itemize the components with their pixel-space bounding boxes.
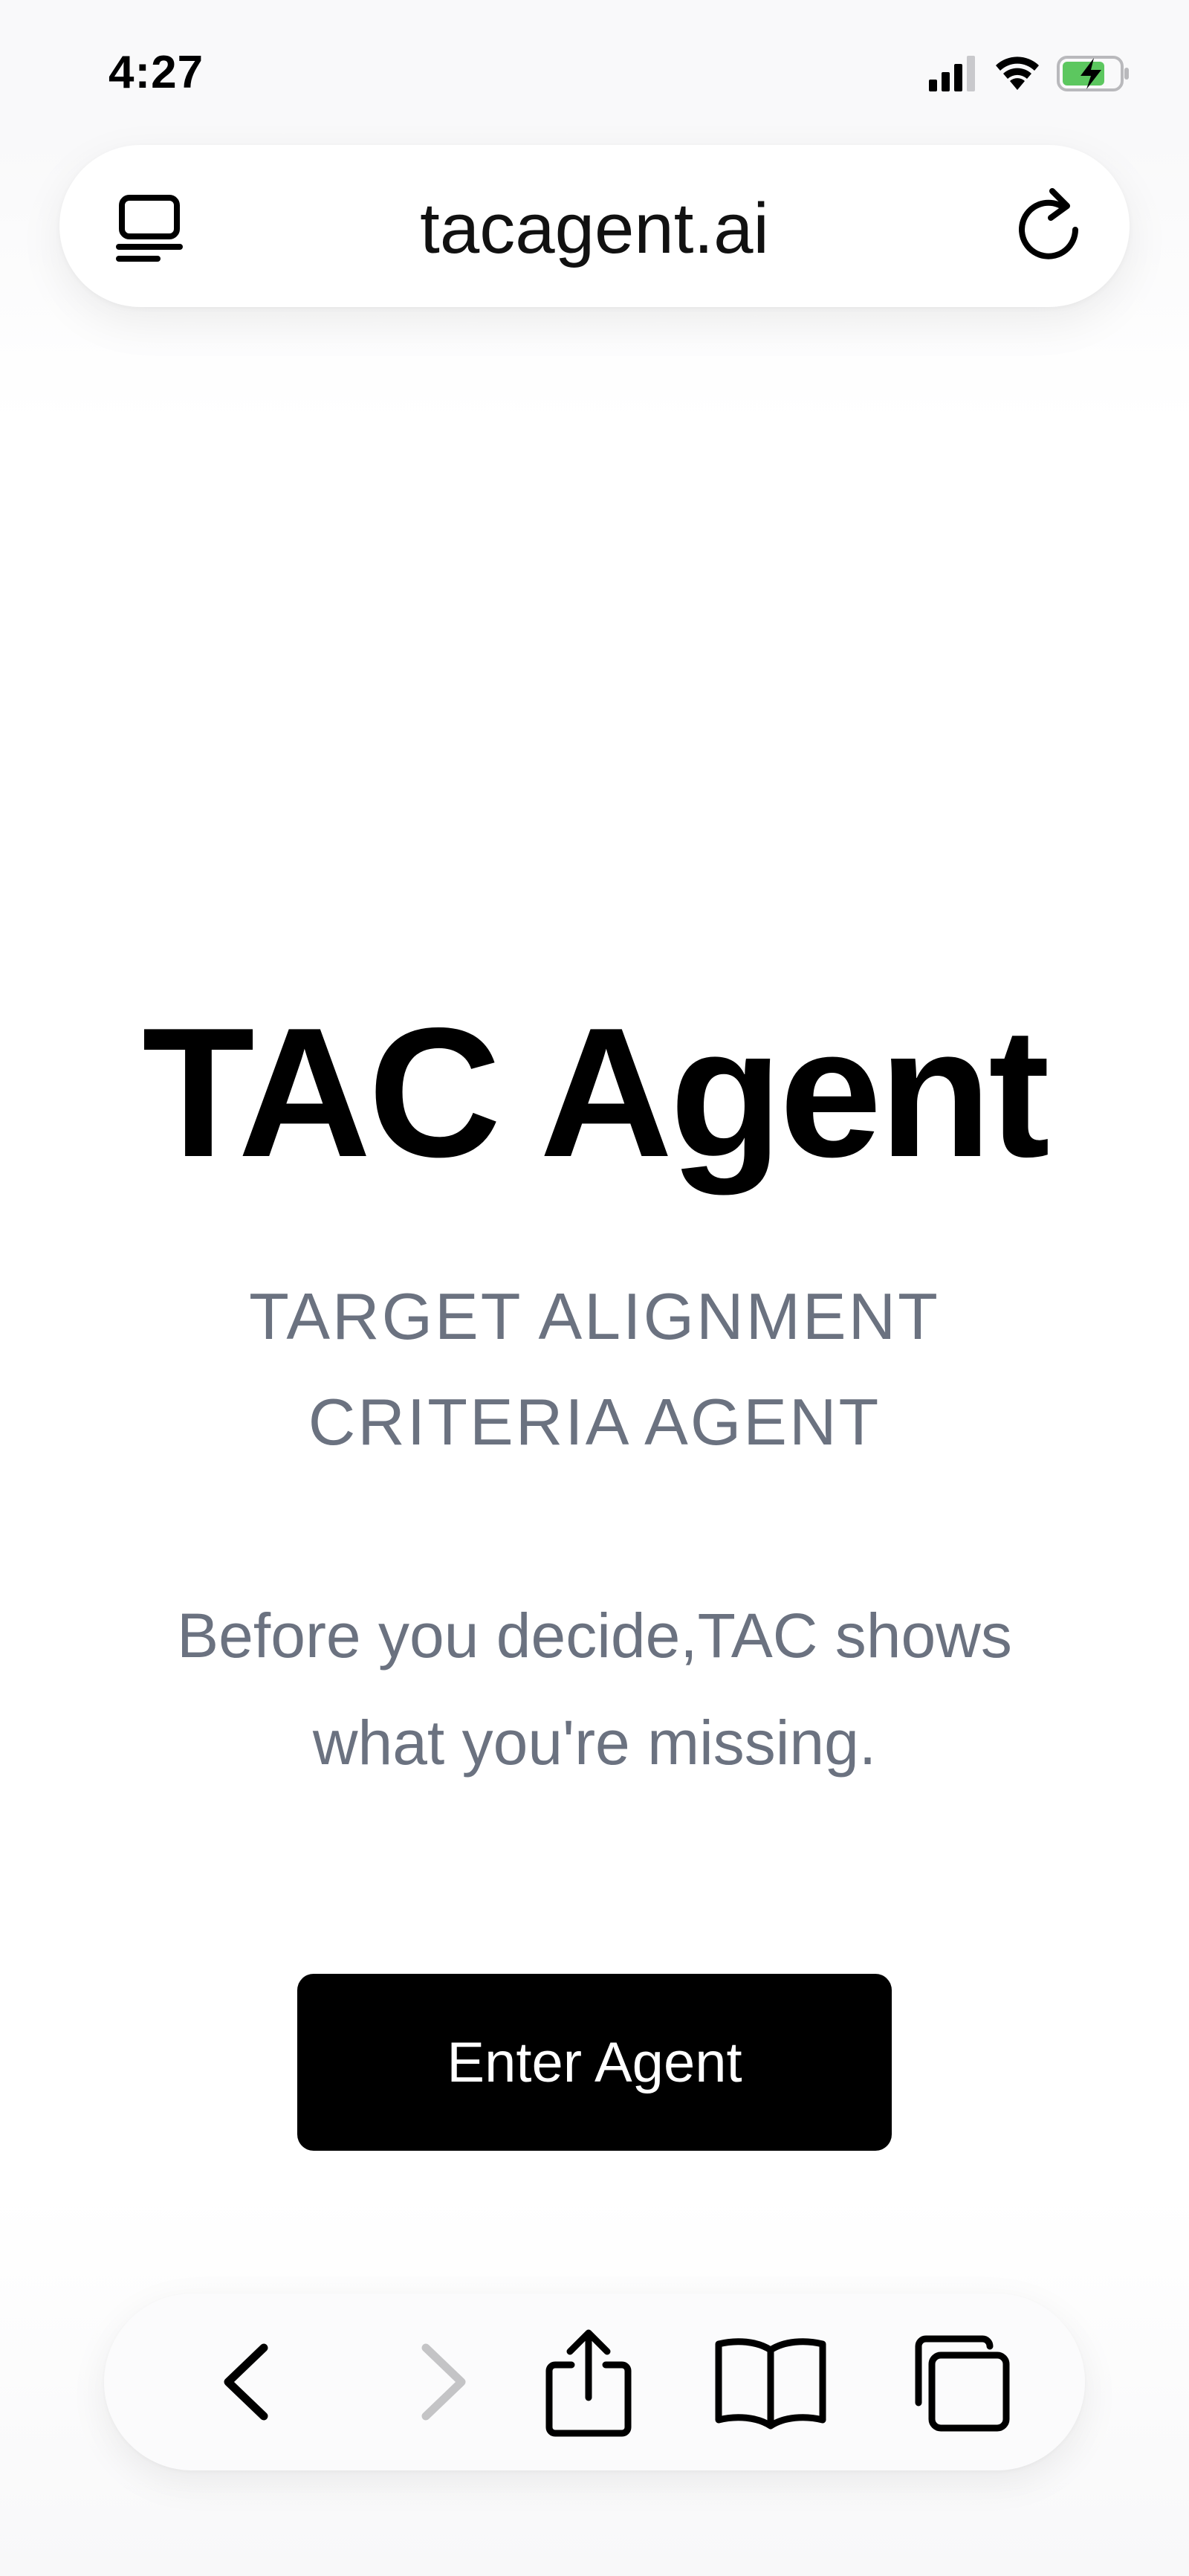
cellular-signal-icon xyxy=(929,56,975,91)
tabs-button[interactable] xyxy=(898,2319,1024,2445)
url-bar[interactable]: tacagent.ai xyxy=(59,145,1130,307)
tagline-line-2: what you're missing. xyxy=(312,1708,877,1778)
status-bar: 4:27 xyxy=(0,0,1189,141)
status-time: 4:27 xyxy=(108,47,204,98)
subtitle-line-2: CRITERIA AGENT xyxy=(308,1385,881,1459)
status-icons xyxy=(929,55,1131,92)
share-icon xyxy=(545,2329,632,2437)
enter-agent-button[interactable]: Enter Agent xyxy=(297,1974,892,2151)
bookmarks-button[interactable] xyxy=(707,2319,834,2445)
wifi-icon xyxy=(996,57,1039,90)
hero-title: TAC Agent xyxy=(142,989,1050,1195)
share-button[interactable] xyxy=(525,2319,652,2445)
forward-icon xyxy=(421,2343,466,2421)
hero-tagline: Before you decide,TAC shows what you're … xyxy=(0,1582,1189,1796)
tagline-line-1: Before you decide,TAC shows xyxy=(177,1601,1012,1670)
back-button[interactable] xyxy=(186,2319,312,2445)
hero-subtitle: TARGET ALIGNMENT CRITERIA AGENT xyxy=(0,1264,1189,1475)
reload-icon[interactable] xyxy=(1008,185,1089,271)
url-text[interactable]: tacagent.ai xyxy=(59,188,1130,270)
browser-toolbar xyxy=(104,2293,1085,2470)
back-icon xyxy=(224,2343,268,2421)
tabs-icon xyxy=(915,2335,1010,2432)
forward-button[interactable] xyxy=(378,2319,504,2445)
subtitle-line-1: TARGET ALIGNMENT xyxy=(249,1279,940,1353)
bookmarks-icon xyxy=(715,2338,826,2430)
battery-charging-icon xyxy=(1057,56,1129,91)
